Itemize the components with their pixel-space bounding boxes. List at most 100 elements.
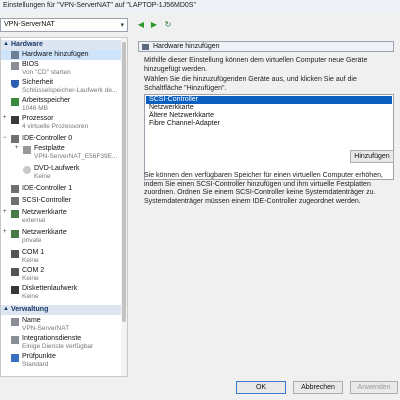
sidebar-item-com1[interactable]: COM 1 Keine bbox=[1, 248, 122, 266]
sidebar-item-label: IDE-Controller 0 bbox=[22, 135, 73, 142]
sidebar-item-label: SCSI-Controller bbox=[22, 197, 72, 204]
collapse-icon[interactable]: ▲ bbox=[3, 41, 9, 47]
sidebar-item-detail: Von "CD" starten bbox=[22, 69, 71, 76]
sidebar-item-detail: external bbox=[22, 217, 46, 224]
sidebar-item-floppy[interactable]: Diskettenlaufwerk Keine bbox=[1, 284, 122, 302]
refresh-icon[interactable]: ↻ bbox=[163, 20, 173, 30]
collapse-icon[interactable]: − bbox=[3, 135, 7, 141]
device-option-legacy-network-adapter[interactable]: Ältere Netzwerkkarte bbox=[146, 112, 392, 120]
port-icon bbox=[11, 250, 19, 258]
section-management[interactable]: ▲ Verwaltung bbox=[1, 305, 122, 315]
cpu-icon bbox=[11, 116, 19, 124]
forward-arrow-icon[interactable]: ▶ bbox=[149, 20, 159, 30]
dvd-icon bbox=[23, 166, 31, 174]
sidebar-item-dvd-drive[interactable]: DVD-Laufwerk Keine bbox=[1, 164, 122, 182]
device-option-fibre-channel-adapter[interactable]: Fibre Channel-Adapter bbox=[146, 120, 392, 128]
scrollbar-thumb[interactable] bbox=[122, 42, 126, 322]
controller-icon bbox=[11, 135, 19, 143]
settings-panel: Hardware hinzufügen Mithilfe dieser Eins… bbox=[136, 37, 400, 377]
sidebar-item-label: Netzwerkkarte bbox=[22, 209, 67, 216]
sidebar-item-detail: Einige Dienste verfügbar bbox=[22, 343, 94, 350]
checkpoint-icon bbox=[11, 354, 19, 362]
sidebar-item-integration-services[interactable]: Integrationsdienste Einige Dienste verfü… bbox=[1, 334, 122, 352]
sidebar-item-scsi-controller[interactable]: SCSI-Controller bbox=[1, 196, 122, 206]
sidebar-item-label: Hardware hinzufügen bbox=[22, 51, 89, 58]
sidebar-item-detail: Keine bbox=[34, 173, 51, 180]
sidebar-item-label: Arbeitsspeicher bbox=[22, 97, 71, 104]
sidebar-item-detail: Keine bbox=[22, 257, 39, 264]
sidebar-item-detail: Schlüsselspeicher-Laufwerk de... bbox=[22, 87, 118, 94]
sidebar-item-checkpoints[interactable]: Prüfpunkte Standard bbox=[1, 352, 122, 370]
sidebar-item-label: Festplatte bbox=[34, 145, 65, 152]
sidebar-item-detail: VPN-ServerNAT_E56F39E... bbox=[34, 153, 118, 160]
device-description: Sie können den verfügbaren Speicher für … bbox=[144, 172, 383, 205]
port-icon bbox=[11, 268, 19, 276]
section-hardware[interactable]: ▲ Hardware bbox=[1, 40, 122, 50]
expand-icon[interactable]: + bbox=[15, 145, 19, 151]
panel-header: Hardware hinzufügen bbox=[138, 41, 394, 52]
sidebar-item-detail: private bbox=[22, 237, 42, 244]
ok-button[interactable]: OK bbox=[236, 381, 286, 394]
collapse-icon[interactable]: ▲ bbox=[3, 306, 9, 312]
toolbar: VPN-ServerNAT ▾ ◀ ▶ ↻ bbox=[0, 14, 400, 36]
section-management-label: Verwaltung bbox=[11, 306, 49, 313]
sidebar-item-ide-controller-1[interactable]: IDE-Controller 1 bbox=[1, 184, 122, 194]
sidebar-item-security[interactable]: Sicherheit Schlüsselspeicher-Laufwerk de… bbox=[1, 78, 122, 96]
chip-icon bbox=[11, 62, 19, 70]
sidebar-item-detail: 1046 MB bbox=[22, 105, 49, 112]
name-icon bbox=[11, 318, 19, 326]
device-list[interactable]: SCSI-Controller Netzwerkkarte Ältere Net… bbox=[144, 94, 394, 180]
sidebar-item-memory[interactable]: Arbeitsspeicher 1046 MB bbox=[1, 96, 122, 114]
vm-selector-value: VPN-ServerNAT bbox=[4, 21, 55, 28]
sidebar-item-detail: Keine bbox=[22, 293, 39, 300]
device-option-scsi-controller[interactable]: SCSI-Controller bbox=[146, 96, 392, 104]
hardware-icon bbox=[11, 51, 19, 59]
panel-instruction: Wählen Sie die hinzuzufügenden Geräte au… bbox=[144, 76, 357, 92]
sidebar-item-label: Prozessor bbox=[22, 115, 54, 122]
sidebar-item-label: Sicherheit bbox=[22, 79, 54, 86]
network-icon bbox=[11, 230, 19, 238]
hard-disk-icon bbox=[23, 146, 31, 154]
network-icon bbox=[11, 210, 19, 218]
back-arrow-icon[interactable]: ◀ bbox=[136, 20, 146, 30]
sidebar-item-ide-controller-0[interactable]: − IDE-Controller 0 bbox=[1, 134, 122, 144]
apply-button[interactable]: Anwenden bbox=[350, 381, 398, 394]
cancel-button[interactable]: Abbrechen bbox=[293, 381, 343, 394]
sidebar-item-processor[interactable]: + Prozessor 4 virtuelle Prozessoren bbox=[1, 114, 122, 132]
settings-tree: ▲ Hardware Hardware hinzufügen BIOS Von … bbox=[0, 37, 128, 377]
hardware-icon bbox=[142, 44, 149, 50]
title-bar: Einstellungen für "VPN-ServerNAT" auf "L… bbox=[0, 0, 400, 13]
expand-icon[interactable]: + bbox=[3, 115, 7, 121]
controller-icon bbox=[11, 197, 19, 205]
sidebar-item-network-external[interactable]: + Netzwerkkarte external bbox=[1, 208, 122, 226]
sidebar-item-com2[interactable]: COM 2 Keine bbox=[1, 266, 122, 284]
sidebar-item-detail: 4 virtuelle Prozessoren bbox=[22, 123, 89, 130]
sidebar-item-label: COM 2 bbox=[22, 267, 45, 274]
device-option-network-adapter[interactable]: Netzwerkkarte bbox=[146, 104, 392, 112]
floppy-icon bbox=[11, 286, 19, 294]
expand-icon[interactable]: + bbox=[3, 209, 7, 215]
vm-selector[interactable]: VPN-ServerNAT ▾ bbox=[0, 18, 128, 32]
sidebar-item-label: DVD-Laufwerk bbox=[34, 165, 80, 172]
expand-icon[interactable]: + bbox=[3, 229, 7, 235]
sidebar-item-label: IDE-Controller 1 bbox=[22, 185, 73, 192]
sidebar-item-label: BIOS bbox=[22, 61, 39, 68]
sidebar-item-label: Netzwerkkarte bbox=[22, 229, 67, 236]
sidebar-scrollbar[interactable] bbox=[121, 38, 127, 376]
sidebar-item-name[interactable]: Name VPN-ServerNAT bbox=[1, 316, 122, 334]
shield-icon bbox=[11, 80, 19, 88]
sidebar-item-detail: VPN-ServerNAT bbox=[22, 325, 70, 332]
sidebar-item-label: Diskettenlaufwerk bbox=[22, 285, 78, 292]
sidebar-item-network-private[interactable]: + Netzwerkkarte private bbox=[1, 228, 122, 246]
sidebar-item-hard-disk[interactable]: + Festplatte VPN-ServerNAT_E56F39E... bbox=[1, 144, 122, 162]
panel-intro: Mithilfe dieser Einstellung können dem v… bbox=[144, 57, 368, 73]
add-button[interactable]: Hinzufügen bbox=[350, 150, 394, 163]
controller-icon bbox=[11, 185, 19, 193]
sidebar-item-bios[interactable]: BIOS Von "CD" starten bbox=[1, 60, 122, 78]
sidebar-item-label: COM 1 bbox=[22, 249, 45, 256]
sidebar-item-label: Prüfpunkte bbox=[22, 353, 56, 360]
sidebar-item-add-hardware[interactable]: Hardware hinzufügen bbox=[1, 50, 122, 60]
sidebar-item-label: Name bbox=[22, 317, 41, 324]
chevron-down-icon: ▾ bbox=[120, 22, 124, 29]
sidebar-item-label: Integrationsdienste bbox=[22, 335, 82, 342]
